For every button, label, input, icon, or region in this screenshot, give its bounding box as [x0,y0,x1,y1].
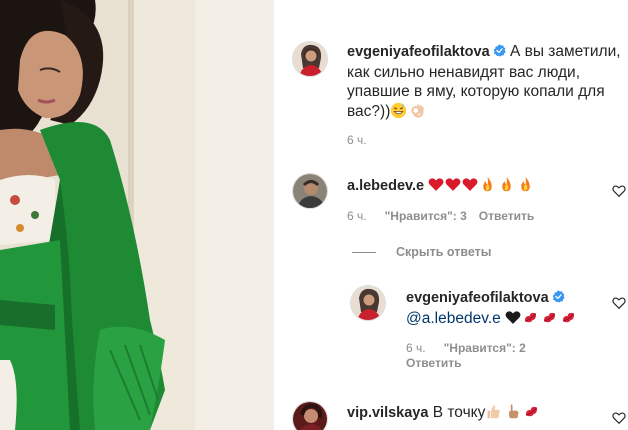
caption-username[interactable]: evgeniyafeofilaktova [347,44,490,60]
avatar[interactable] [292,173,328,209]
reply-comment: evgeniyafeofilaktova @a.lebedev.e [406,288,606,328]
verified-badge-icon [493,43,506,57]
comment-username[interactable]: a.lebedev.e [347,178,424,194]
comment-time[interactable]: 6 ч. [347,209,367,223]
kiss-mark-emoji-icon [523,403,540,420]
fire-emoji-icon [479,176,496,193]
comment-meta: 6 ч. "Нравится": 3 Ответить [347,209,534,223]
reply-button[interactable]: Ответить [406,356,461,370]
caption-time[interactable]: 6 ч. [347,133,367,147]
verified-badge-icon [552,289,565,303]
heart-outline-icon[interactable] [612,296,626,310]
red-heart-emoji-icon [428,177,444,192]
ok-hand-emoji-icon [409,102,426,119]
caption: evgeniyafeofilaktova А вы заметили, как … [347,42,622,121]
pointing-emoji-icon [504,403,521,420]
caption-meta: 6 ч. [347,133,367,147]
comment: a.lebedev.e [347,176,607,197]
comment-likes[interactable]: "Нравится": 3 [385,209,467,223]
reply-meta: 6 ч. "Нравится": 2 [406,341,526,355]
reply-likes[interactable]: "Нравится": 2 [444,341,526,355]
fire-emoji-icon [517,176,534,193]
kiss-mark-emoji-icon [522,309,539,326]
mention-link[interactable]: @a.lebedev.e [406,310,501,327]
reply-button[interactable]: Ответить [479,209,534,223]
reply-meta-row2: Ответить [406,356,461,370]
hide-replies-button[interactable]: Скрыть ответы [352,245,491,259]
kiss-mark-emoji-icon [541,309,558,326]
kiss-mark-emoji-icon [560,309,577,326]
grinning-sweat-emoji-icon [390,102,407,119]
hide-replies-label: Скрыть ответы [396,245,492,259]
comment-username[interactable]: vip.vilskaya [347,405,428,421]
comment-text [428,176,536,194]
reply-username[interactable]: evgeniyafeofilaktova [406,290,549,306]
post-photo [0,0,273,430]
reply-text [505,310,579,327]
avatar[interactable] [292,41,328,77]
avatar[interactable] [350,285,386,321]
red-heart-emoji-icon [445,177,461,192]
reply-time[interactable]: 6 ч. [406,341,426,355]
post-image [0,0,273,430]
comments-panel: evgeniyafeofilaktova А вы заметили, как … [274,0,628,430]
black-heart-emoji-icon [505,310,521,325]
divider [352,251,376,253]
heart-outline-icon[interactable] [612,184,626,198]
thumbs-up-emoji-icon [485,403,502,420]
red-heart-emoji-icon [462,177,478,192]
avatar[interactable] [292,401,328,430]
comment: vip.vilskaya В точку [347,403,607,424]
comment-text: В точку [432,404,486,421]
heart-outline-icon[interactable] [612,411,626,425]
fire-emoji-icon [498,176,515,193]
